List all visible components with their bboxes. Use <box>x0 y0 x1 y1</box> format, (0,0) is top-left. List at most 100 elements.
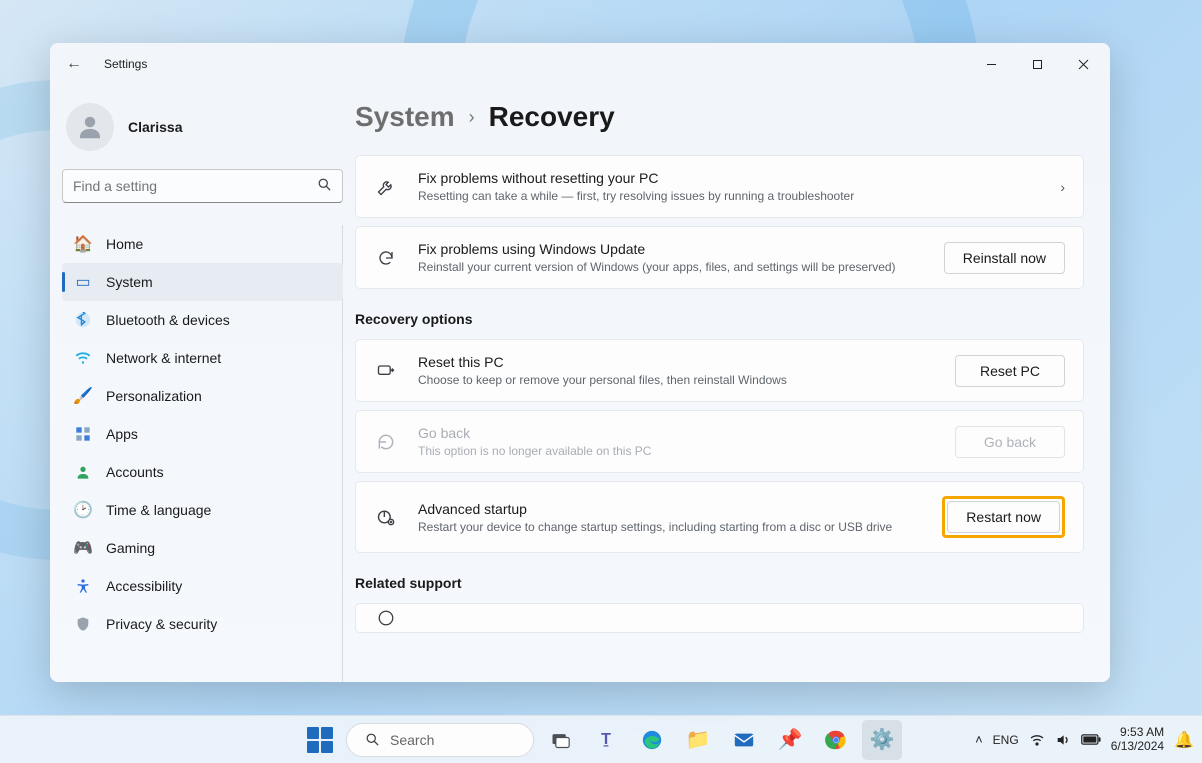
card-desc: This option is no longer available on th… <box>418 444 923 458</box>
settings-window: ← Settings Clarissa <box>50 43 1110 682</box>
sidebar-item-label: System <box>106 274 153 290</box>
tray-time: 9:53 AM <box>1120 726 1164 740</box>
close-button[interactable] <box>1060 48 1106 80</box>
help-icon <box>374 609 398 627</box>
back-button[interactable]: ← <box>66 55 82 73</box>
card-title: Reset this PC <box>418 354 923 370</box>
sync-icon <box>374 249 398 267</box>
tray-network-sound-battery[interactable] <box>1029 732 1101 748</box>
sidebar-item-accessibility[interactable]: Accessibility <box>62 567 343 605</box>
restart-now-button[interactable]: Restart now <box>947 501 1060 533</box>
search-icon <box>317 177 332 195</box>
task-view-button[interactable] <box>540 720 580 760</box>
profile-name: Clarissa <box>128 119 182 135</box>
taskbar-search[interactable]: Search <box>346 723 534 757</box>
taskbar-app-chrome[interactable] <box>816 720 856 760</box>
taskbar: Search Ṯ 📁 📌 ⚙️ ˄ ENG 9:53 AM 6/13/2024 … <box>0 715 1202 763</box>
tray-clock[interactable]: 9:53 AM 6/13/2024 <box>1111 726 1164 754</box>
volume-icon <box>1055 732 1071 748</box>
card-desc: Resetting can take a while — first, try … <box>418 189 1028 203</box>
breadcrumb-parent[interactable]: System <box>355 101 455 133</box>
page-title: Recovery <box>489 101 615 133</box>
wifi-icon <box>74 349 92 367</box>
reset-icon <box>374 361 398 381</box>
sidebar-item-label: Personalization <box>106 388 202 404</box>
maximize-button[interactable] <box>1014 48 1060 80</box>
chevron-right-icon: › <box>1060 179 1065 195</box>
taskbar-app-edge[interactable] <box>632 720 672 760</box>
taskbar-app-snip[interactable]: 📌 <box>770 720 810 760</box>
history-icon <box>374 432 398 452</box>
card-windows-update-fix: Fix problems using Windows Update Reinst… <box>355 226 1084 289</box>
card-title: Advanced startup <box>418 501 910 517</box>
power-settings-icon <box>374 507 398 527</box>
minimize-button[interactable] <box>968 48 1014 80</box>
card-desc: Reinstall your current version of Window… <box>418 260 912 274</box>
sidebar-item-label: Accounts <box>106 464 164 480</box>
sidebar-item-accounts[interactable]: Accounts <box>62 453 343 491</box>
avatar <box>66 103 114 151</box>
go-back-button: Go back <box>955 426 1065 458</box>
card-title: Go back <box>418 425 923 441</box>
card-related-support[interactable] <box>355 603 1084 633</box>
taskbar-app-teams[interactable]: Ṯ <box>586 720 626 760</box>
taskbar-search-placeholder: Search <box>390 732 434 748</box>
main-content: System › Recovery Fix problems without r… <box>355 85 1110 682</box>
wifi-icon <box>1029 732 1045 748</box>
gaming-icon: 🎮 <box>74 539 92 557</box>
highlight-annotation: Restart now <box>942 496 1065 538</box>
window-title: Settings <box>104 57 147 71</box>
sidebar-item-label: Time & language <box>106 502 211 518</box>
sidebar-item-label: Gaming <box>106 540 155 556</box>
card-go-back: Go back This option is no longer availab… <box>355 410 1084 473</box>
apps-icon <box>74 425 92 443</box>
sidebar-item-bluetooth[interactable]: Bluetooth & devices <box>62 301 343 339</box>
sidebar-item-system[interactable]: ▭ System <box>62 263 343 301</box>
reinstall-now-button[interactable]: Reinstall now <box>944 242 1065 274</box>
profile-block[interactable]: Clarissa <box>62 99 343 169</box>
card-reset-pc: Reset this PC Choose to keep or remove y… <box>355 339 1084 402</box>
sidebar-item-apps[interactable]: Apps <box>62 415 343 453</box>
section-recovery-options: Recovery options <box>355 311 1084 327</box>
card-title: Fix problems using Windows Update <box>418 241 912 257</box>
sidebar-item-label: Privacy & security <box>106 616 217 632</box>
sidebar-item-time-language[interactable]: 🕑 Time & language <box>62 491 343 529</box>
wrench-icon <box>374 177 398 197</box>
taskbar-app-explorer[interactable]: 📁 <box>678 720 718 760</box>
breadcrumb: System › Recovery <box>355 93 1084 155</box>
chevron-right-icon: › <box>469 107 475 128</box>
tray-date: 6/13/2024 <box>1111 740 1164 754</box>
system-icon: ▭ <box>74 273 92 291</box>
titlebar: ← Settings <box>50 43 1110 85</box>
card-troubleshooter[interactable]: Fix problems without resetting your PC R… <box>355 155 1084 218</box>
clock-icon: 🕑 <box>74 501 92 519</box>
sidebar: Clarissa 🏠 Home ▭ System <box>50 85 355 682</box>
brush-icon: 🖌️ <box>74 387 92 405</box>
sidebar-item-personalization[interactable]: 🖌️ Personalization <box>62 377 343 415</box>
person-icon <box>74 463 92 481</box>
sidebar-item-privacy[interactable]: Privacy & security <box>62 605 343 643</box>
sidebar-item-gaming[interactable]: 🎮 Gaming <box>62 529 343 567</box>
accessibility-icon <box>74 577 92 595</box>
reset-pc-button[interactable]: Reset PC <box>955 355 1065 387</box>
sidebar-item-home[interactable]: 🏠 Home <box>62 225 343 263</box>
tray-language[interactable]: ENG <box>993 733 1019 747</box>
battery-icon <box>1081 733 1101 746</box>
tray-chevron-up-icon[interactable]: ˄ <box>975 732 983 747</box>
card-title: Fix problems without resetting your PC <box>418 170 1028 186</box>
bluetooth-icon <box>74 311 92 329</box>
search-input[interactable] <box>73 178 317 194</box>
sidebar-item-label: Network & internet <box>106 350 221 366</box>
start-button[interactable] <box>300 720 340 760</box>
sidebar-item-network[interactable]: Network & internet <box>62 339 343 377</box>
sidebar-item-label: Apps <box>106 426 138 442</box>
card-advanced-startup: Advanced startup Restart your device to … <box>355 481 1084 553</box>
sidebar-item-label: Accessibility <box>106 578 182 594</box>
taskbar-app-mail[interactable] <box>724 720 764 760</box>
taskbar-app-settings[interactable]: ⚙️ <box>862 720 902 760</box>
card-desc: Restart your device to change startup se… <box>418 520 910 534</box>
search-box[interactable] <box>62 169 343 203</box>
nav-list: 🏠 Home ▭ System Bluetooth & devices Netw… <box>62 225 343 682</box>
notifications-icon[interactable]: 🔔 <box>1174 730 1194 750</box>
card-desc: Choose to keep or remove your personal f… <box>418 373 923 387</box>
